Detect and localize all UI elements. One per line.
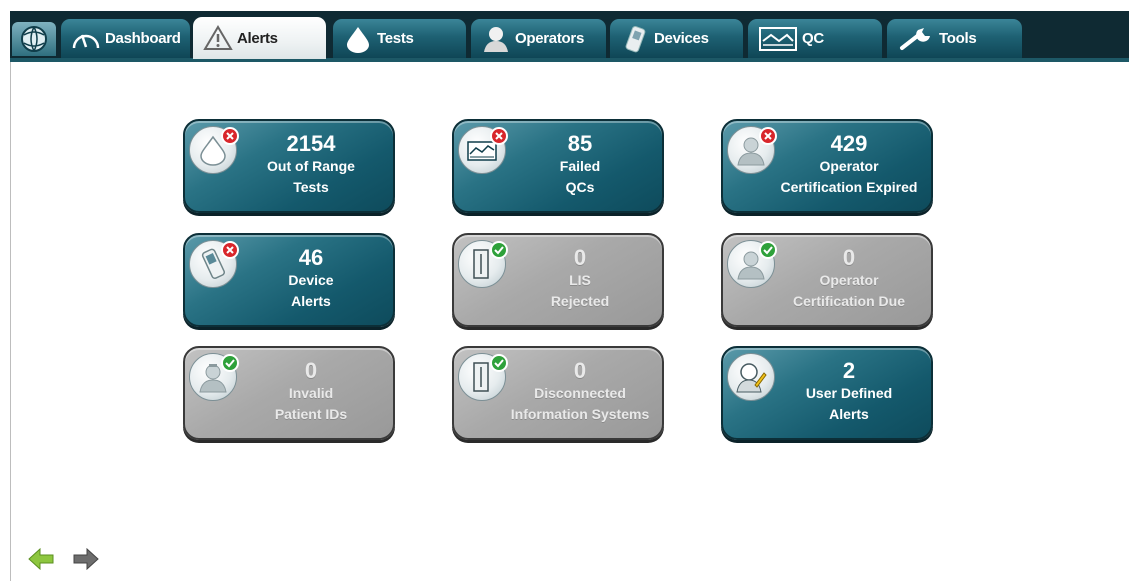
tab-label: Operators xyxy=(515,30,584,47)
alert-tile[interactable]: 0 Invalid Patient IDs xyxy=(183,346,395,440)
alert-label-line1: Operator xyxy=(819,272,879,288)
alert-label-line2: Tests xyxy=(293,179,329,195)
alert-tile[interactable]: 0 Operator Certification Due xyxy=(721,233,933,327)
warning-icon xyxy=(203,23,233,53)
globe-icon xyxy=(21,26,47,52)
alert-label-line2: Alerts xyxy=(291,293,331,309)
tab-tests[interactable]: Tests xyxy=(333,19,466,58)
alert-tile[interactable]: 2 User Defined Alerts xyxy=(721,346,933,440)
alert-tile[interactable]: 0 LIS Rejected xyxy=(452,233,664,327)
forward-arrow-icon[interactable] xyxy=(73,548,99,570)
left-border xyxy=(10,62,11,581)
gauge-icon xyxy=(71,24,101,54)
alert-tile-text: 0 LIS Rejected xyxy=(502,245,658,312)
alert-tile[interactable]: 2154 Out of Range Tests xyxy=(183,119,395,213)
operator-icon xyxy=(481,24,511,54)
alert-tile-text: 0 Invalid Patient IDs xyxy=(233,358,389,425)
tab-label: Devices xyxy=(654,30,709,47)
qc-chart-icon xyxy=(758,24,798,54)
tab-label: QC xyxy=(802,30,824,47)
alert-tile-text: 2 User Defined Alerts xyxy=(771,358,927,425)
alert-tile-text: 0 Disconnected Information Systems xyxy=(502,358,658,425)
alert-label-line1: Invalid xyxy=(288,385,334,401)
top-navigation-bar: Dashboard Alerts Tests Operators Devices… xyxy=(0,0,1129,62)
tab-operators[interactable]: Operators xyxy=(471,19,606,58)
alert-label-line1: Operator xyxy=(819,158,879,174)
device-icon xyxy=(620,24,650,54)
alert-label-line2: Alerts xyxy=(829,406,869,422)
alert-count: 2154 xyxy=(286,131,336,156)
alert-count: 0 xyxy=(573,245,587,270)
wrench-icon xyxy=(897,24,935,54)
alert-count: 0 xyxy=(842,245,856,270)
alert-count: 0 xyxy=(304,358,318,383)
alert-count: 429 xyxy=(830,131,868,156)
alert-tile-text: 2154 Out of Range Tests xyxy=(233,131,389,198)
tab-devices[interactable]: Devices xyxy=(610,19,743,58)
alert-tile[interactable]: 85 Failed QCs xyxy=(452,119,664,213)
alert-tile-text: 0 Operator Certification Due xyxy=(771,245,927,312)
tab-tools[interactable]: Tools xyxy=(887,19,1022,58)
alert-label-line2: Certification Expired xyxy=(780,179,918,195)
alert-tile[interactable]: 429 Operator Certification Expired xyxy=(721,119,933,213)
tab-label: Dashboard xyxy=(105,30,181,47)
alert-label-line1: Disconnected xyxy=(534,385,626,401)
alert-label-line1: Device xyxy=(288,272,334,288)
alert-label-line2: Rejected xyxy=(550,293,610,309)
alert-label-line2: Information Systems xyxy=(510,406,650,422)
alert-tile[interactable]: 0 Disconnected Information Systems xyxy=(452,346,664,440)
alert-label-line2: Certification Due xyxy=(792,293,905,309)
drop-icon xyxy=(343,24,373,54)
alert-count: 85 xyxy=(567,131,593,156)
alert-count: 0 xyxy=(573,358,587,383)
alert-label-line2: Patient IDs xyxy=(274,406,348,422)
tab-label: Tools xyxy=(939,30,977,47)
tab-qc[interactable]: QC xyxy=(748,19,882,58)
alert-tile[interactable]: 46 Device Alerts xyxy=(183,233,395,327)
alert-count: 46 xyxy=(298,245,324,270)
alert-label-line1: LIS xyxy=(569,272,591,288)
alert-label-line1: User Defined xyxy=(805,385,893,401)
home-button[interactable] xyxy=(12,22,56,56)
alert-tile-text: 85 Failed QCs xyxy=(502,131,658,198)
back-arrow-icon[interactable] xyxy=(28,548,54,570)
alert-label-line1: Out of Range xyxy=(267,158,355,174)
tab-alerts[interactable]: Alerts xyxy=(193,17,326,59)
alert-tile-text: 429 Operator Certification Expired xyxy=(771,131,927,198)
alert-label-line2: QCs xyxy=(565,179,595,195)
tab-dashboard[interactable]: Dashboard xyxy=(61,19,190,58)
tab-label: Alerts xyxy=(237,29,278,47)
alert-label-line1: Failed xyxy=(559,158,601,174)
tab-label: Tests xyxy=(377,30,414,47)
alert-tile-text: 46 Device Alerts xyxy=(233,245,389,312)
user-edit-icon xyxy=(727,353,775,401)
alert-count: 2 xyxy=(842,358,856,383)
